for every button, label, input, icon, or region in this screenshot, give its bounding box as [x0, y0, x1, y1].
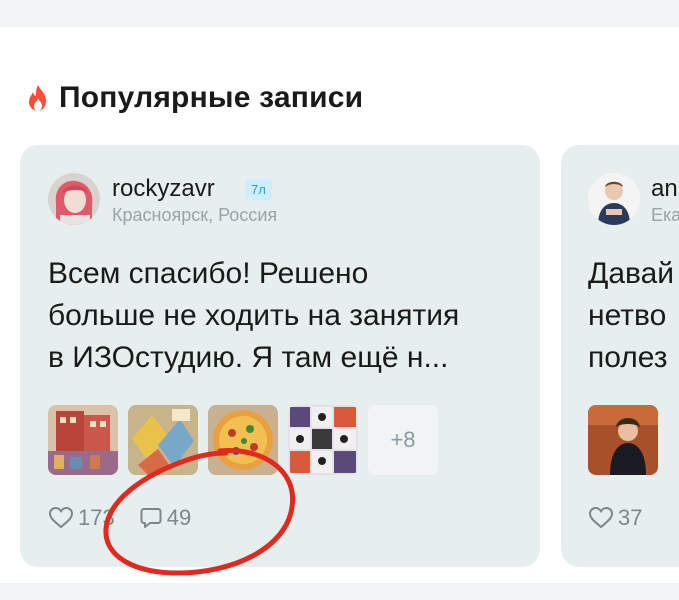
- thumbnail-image[interactable]: [588, 405, 658, 475]
- avatar[interactable]: [48, 173, 100, 225]
- fire-icon: [29, 85, 46, 111]
- age-badge: 7л: [245, 179, 272, 200]
- post-text[interactable]: Давай нетво полез: [588, 253, 674, 379]
- username[interactable]: an: [651, 175, 678, 203]
- image-gallery: [588, 405, 658, 475]
- thumbnail-image[interactable]: [128, 405, 198, 475]
- image-gallery: +8: [48, 405, 438, 475]
- thumbnail-image[interactable]: [48, 405, 118, 475]
- comment-count: 49: [166, 505, 192, 530]
- post-card[interactable]: an Ека Давай нетво полез 37: [561, 145, 679, 567]
- avatar[interactable]: [588, 173, 640, 225]
- location: Ека: [651, 205, 679, 225]
- comment-button[interactable]: 49: [139, 505, 191, 531]
- post-text-line: полез: [588, 341, 668, 374]
- section-title: Популярные записи: [59, 81, 364, 114]
- thumbnail-image[interactable]: [288, 405, 358, 475]
- comment-icon: [140, 508, 162, 528]
- popular-posts-section: Популярные записи rockyzavr 7л Красноярс…: [0, 27, 679, 583]
- post-card[interactable]: rockyzavr 7л Красноярск, Россия Всем спа…: [20, 145, 540, 567]
- like-button[interactable]: 37: [588, 505, 642, 531]
- section-header: Популярные записи: [26, 77, 363, 119]
- like-count: 173: [78, 505, 115, 530]
- heart-icon: [588, 506, 614, 529]
- more-images-button[interactable]: +8: [368, 405, 438, 475]
- post-stats: 173 49: [48, 505, 215, 531]
- location: Красноярск, Россия: [112, 205, 278, 225]
- post-text-line: Всем спасибо! Решено: [48, 257, 369, 290]
- post-text-line: нетво: [588, 299, 667, 332]
- post-text-line: Давай: [588, 257, 675, 290]
- post-text-line: больше не ходить на занятия: [48, 299, 460, 332]
- like-button[interactable]: 173: [48, 505, 115, 531]
- post-text[interactable]: Всем спасибо! Решено больше не ходить на…: [48, 253, 459, 379]
- post-text-line: в ИЗОстудию. Я там ещё н...: [48, 341, 449, 374]
- post-stats: 37: [588, 505, 666, 531]
- thumbnail-image[interactable]: [208, 405, 278, 475]
- username[interactable]: rockyzavr: [112, 175, 215, 203]
- heart-icon: [48, 506, 74, 529]
- like-count: 37: [618, 505, 643, 530]
